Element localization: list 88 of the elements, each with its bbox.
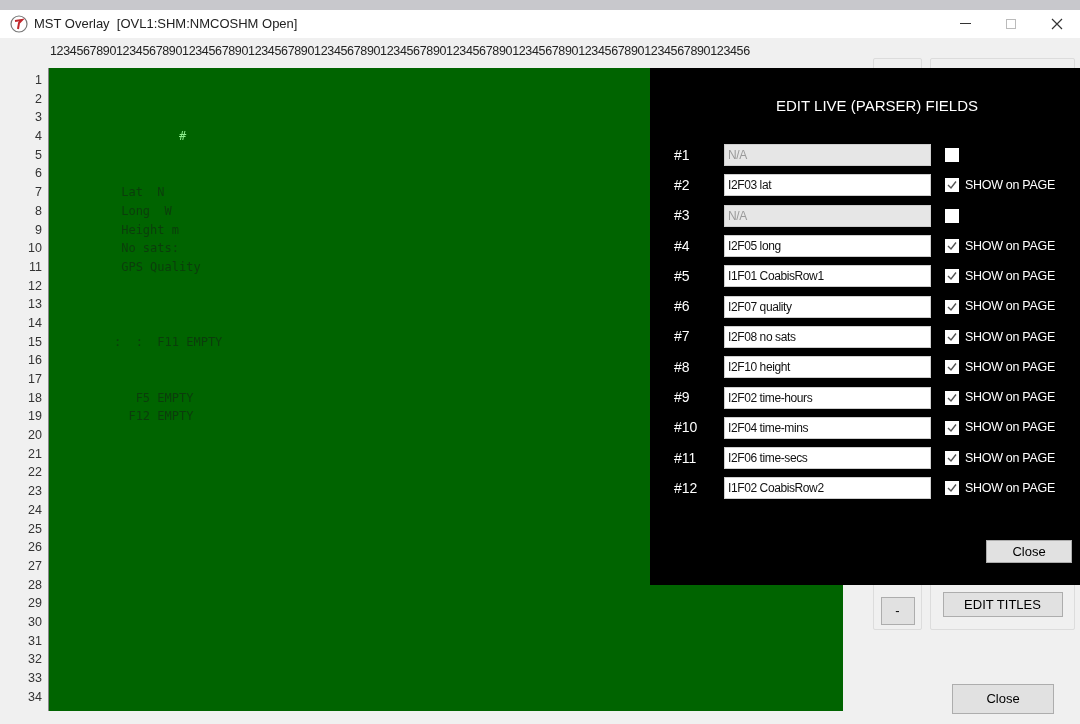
line-number: 7 [35, 184, 42, 202]
close-button[interactable]: Close [952, 684, 1054, 714]
input-field[interactable]: I2F08 no sats [724, 325, 931, 348]
input-field[interactable]: I1F02 CoabisRow2 [724, 477, 931, 500]
input-field[interactable]: I2F10 height [724, 356, 931, 379]
field-number: #10 [674, 418, 699, 438]
line-number: 29 [28, 595, 42, 613]
checkbox-label: SHOW on PAGE [965, 419, 1055, 437]
line-number: 17 [28, 371, 42, 388]
line-number: 8 [35, 202, 42, 220]
line-number: 31 [28, 632, 42, 650]
close-icon [1051, 18, 1063, 30]
field-number: #5 [674, 266, 691, 286]
input-field[interactable]: I1F01 CoabisRow1 [724, 265, 931, 288]
field-number: #1 [674, 145, 691, 165]
checkbox[interactable] [945, 178, 959, 193]
field-number: #4 [674, 236, 691, 256]
checkbox[interactable] [945, 481, 959, 496]
checkbox-label: SHOW on PAGE [965, 480, 1055, 498]
line-number: 6 [35, 165, 42, 183]
line-number: 10 [28, 240, 42, 258]
column-ruler: 1234567890123456789012345678901234567890123456789012345678901234567890123456789012345678901234567890123456 [50, 43, 751, 60]
input-field[interactable]: I2F07 quality [724, 295, 931, 318]
line-number: 1 [35, 72, 42, 89]
dialog-title: EDIT LIVE (PARSER) FIELDS [775, 96, 979, 116]
line-number: 4 [35, 128, 42, 146]
checkbox-label: SHOW on PAGE [965, 298, 1055, 316]
input-field[interactable]: I2F05 long [724, 235, 931, 258]
checkbox[interactable] [945, 239, 959, 254]
line-number: 24 [28, 501, 42, 519]
checkbox[interactable] [945, 299, 959, 314]
line-number: 26 [28, 539, 42, 557]
checkbox-label: SHOW on PAGE [965, 358, 1055, 376]
line-number: 5 [35, 146, 42, 164]
line-number: 2 [35, 90, 42, 108]
checkbox-label: SHOW on PAGE [965, 267, 1055, 285]
field-number: #12 [674, 478, 699, 498]
input-field[interactable]: I2F04 time-mins [724, 416, 931, 439]
checkbox-label: SHOW on PAGE [965, 237, 1055, 255]
checkbox[interactable] [945, 451, 959, 466]
minus-button[interactable]: - [880, 597, 915, 625]
input-field[interactable]: I2F06 time-secs [724, 447, 931, 470]
field-number: #3 [674, 206, 691, 226]
app-logo-icon [10, 15, 28, 33]
line-number: 11 [29, 258, 42, 276]
checkbox[interactable] [945, 329, 959, 344]
line-number: 33 [28, 670, 42, 687]
line-number: 13 [28, 296, 42, 314]
field-number: #9 [674, 388, 691, 407]
display-text: # [178, 128, 187, 146]
line-number: 27 [28, 557, 42, 575]
checkbox[interactable] [945, 269, 959, 284]
line-number: 28 [28, 576, 42, 594]
line-number: 9 [35, 221, 42, 239]
line-number: 21 [28, 445, 42, 463]
line-number: 23 [28, 483, 42, 501]
minimize-icon [959, 23, 971, 25]
edit-titles-button[interactable]: EDIT TITLES [942, 592, 1063, 617]
line-number: 34 [28, 688, 42, 706]
line-number: 3 [35, 109, 42, 127]
line-number: 20 [28, 427, 42, 445]
field-number: #7 [674, 327, 691, 347]
line-number: 14 [28, 314, 42, 332]
field-number: #11 [674, 448, 698, 468]
input-field[interactable]: I2F02 time-hours [724, 386, 931, 409]
line-number: 18 [28, 389, 42, 407]
line-number: 30 [28, 613, 42, 631]
field-number: #8 [674, 357, 691, 377]
maximize-icon [1006, 19, 1016, 29]
window-title: MST Overlay [OVL1:SHM:NMCOSHM Open] [34, 15, 298, 34]
checkbox-label: SHOW on PAGE [965, 328, 1055, 346]
field-number: #6 [674, 297, 691, 317]
line-number: 12 [28, 277, 42, 295]
line-number: 32 [28, 651, 42, 669]
checkbox-label: SHOW on PAGE [965, 449, 1055, 467]
line-number: 15 [28, 333, 42, 351]
checkbox-label: SHOW on PAGE [965, 389, 1055, 407]
input-field[interactable]: I2F03 lat [724, 174, 931, 197]
checkbox[interactable] [945, 390, 959, 405]
dialog-close-button[interactable]: Close [986, 540, 1072, 563]
line-number: 19 [28, 408, 42, 426]
checkbox[interactable] [945, 420, 959, 435]
line-number: 25 [28, 520, 42, 538]
line-number: 22 [28, 464, 42, 482]
field-number: #2 [674, 175, 691, 195]
checkbox[interactable] [945, 360, 959, 375]
checkbox-label: SHOW on PAGE [965, 177, 1055, 195]
line-number: 16 [28, 352, 42, 370]
